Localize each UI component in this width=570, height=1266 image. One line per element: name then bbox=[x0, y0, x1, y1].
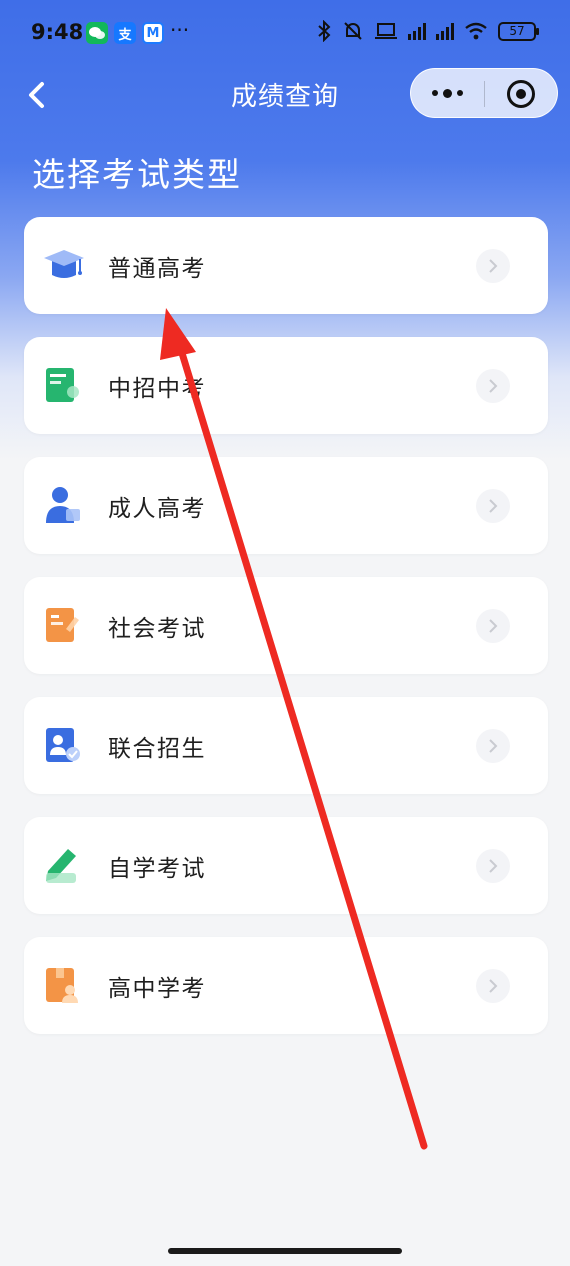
exam-type-card[interactable]: 社会考试 bbox=[24, 577, 548, 674]
exam-type-card[interactable]: 自学考试 bbox=[24, 817, 548, 914]
page-heading: 选择考试类型 bbox=[32, 155, 242, 194]
status-bar: 9:48 支 M ··· 57 bbox=[0, 0, 570, 64]
document-pen-icon bbox=[46, 608, 79, 642]
capsule-divider bbox=[484, 81, 485, 107]
home-indicator bbox=[168, 1248, 402, 1254]
battery-indicator: 57 bbox=[498, 21, 539, 41]
exam-type-label: 中招中考 bbox=[108, 376, 206, 402]
exam-type-card[interactable]: 联合招生 bbox=[24, 697, 548, 794]
exam-type-card[interactable]: 高中学考 bbox=[24, 937, 548, 1034]
signal-icon-2 bbox=[436, 22, 454, 40]
wifi-icon bbox=[465, 22, 487, 40]
laptop-icon bbox=[375, 23, 397, 39]
more-dots-icon bbox=[431, 90, 438, 96]
notebook-icon bbox=[46, 368, 79, 402]
mini-program-capsule bbox=[410, 68, 558, 118]
status-time: 9:48 bbox=[31, 20, 84, 44]
exam-type-label: 联合招生 bbox=[108, 736, 206, 762]
exam-type-label: 高中学考 bbox=[108, 976, 206, 1002]
chevron-right-icon bbox=[476, 849, 510, 883]
chevron-right-icon bbox=[476, 609, 510, 643]
pencil-icon bbox=[46, 849, 76, 883]
exam-type-card[interactable]: 中招中考 bbox=[24, 337, 548, 434]
chevron-right-icon bbox=[476, 969, 510, 1003]
mini-app-icon: M bbox=[142, 22, 164, 44]
exam-type-card[interactable]: 普通高考 bbox=[24, 217, 548, 314]
exam-type-card[interactable]: 成人高考 bbox=[24, 457, 548, 554]
user-card-icon bbox=[46, 728, 80, 762]
graduation-cap-icon bbox=[44, 250, 84, 278]
more-options-button[interactable] bbox=[411, 69, 483, 117]
exam-type-label: 普通高考 bbox=[108, 256, 206, 282]
chevron-right-icon bbox=[476, 489, 510, 523]
bluetooth-icon bbox=[318, 20, 331, 42]
nav-bar: 成绩查询 bbox=[0, 64, 570, 124]
chevron-right-icon bbox=[476, 729, 510, 763]
chevron-right-icon bbox=[476, 369, 510, 403]
close-mini-program-button[interactable] bbox=[507, 80, 535, 108]
person-icon bbox=[46, 487, 80, 523]
exam-type-label: 自学考试 bbox=[108, 856, 206, 882]
status-more-dots: ··· bbox=[170, 18, 190, 42]
exam-type-list: 普通高考 中招中考 成人高考 社会考试 联合招生 自学考试 高中学考 bbox=[24, 217, 548, 1057]
book-person-icon bbox=[46, 968, 78, 1003]
bell-muted-icon bbox=[344, 22, 362, 40]
status-right-icons: 57 bbox=[316, 20, 539, 42]
exam-type-label: 成人高考 bbox=[108, 496, 206, 522]
wechat-icon bbox=[86, 22, 108, 44]
exam-type-label: 社会考试 bbox=[108, 616, 206, 642]
alipay-icon: 支 bbox=[114, 22, 136, 44]
signal-icon bbox=[408, 22, 426, 40]
chevron-right-icon bbox=[476, 249, 510, 283]
